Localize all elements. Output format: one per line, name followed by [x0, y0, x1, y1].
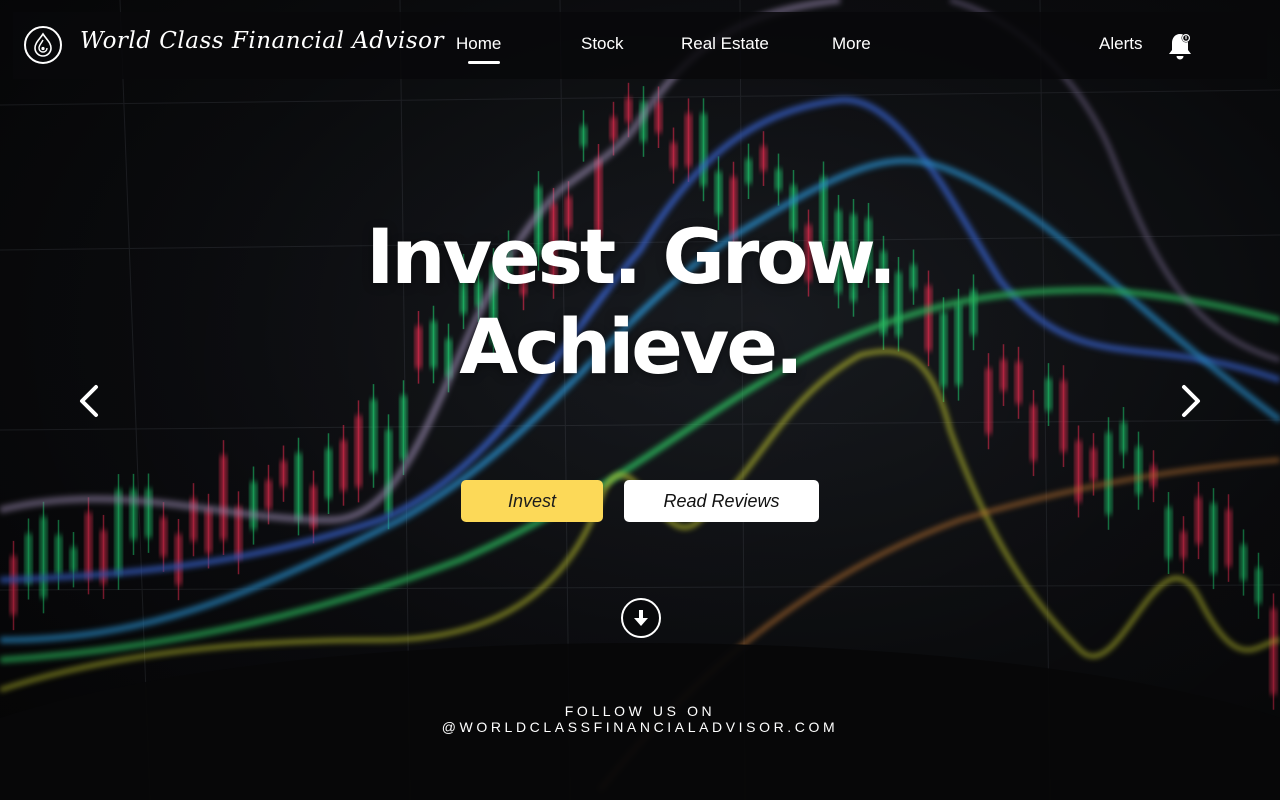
alerts-link[interactable]: Alerts	[1099, 34, 1142, 54]
follow-us-text: FOLLOW US ON @WORLDCLASSFINANCIALADVISOR…	[0, 703, 1280, 735]
hero-headline: Invest. Grow. Achieve.	[330, 212, 930, 392]
read-reviews-button[interactable]: Read Reviews	[624, 480, 819, 522]
brand-name[interactable]: World Class Financial Advisor	[80, 28, 444, 54]
droplet-logo-icon[interactable]	[24, 26, 62, 64]
nav-item-home[interactable]: Home	[456, 34, 501, 54]
nav-item-real-estate[interactable]: Real Estate	[681, 34, 769, 54]
nav-active-indicator	[468, 61, 500, 64]
chevron-right-icon[interactable]	[1172, 381, 1210, 421]
nav-item-more[interactable]: More	[832, 34, 871, 54]
bell-icon[interactable]	[1166, 31, 1194, 61]
arrow-down-circle-icon[interactable]	[621, 598, 661, 638]
headline-line-2: Achieve.	[459, 302, 804, 391]
hero-section: World Class Financial Advisor Home Stock…	[0, 0, 1280, 800]
headline-line-1: Invest. Grow.	[366, 212, 897, 301]
follow-handle-link[interactable]: @WORLDCLASSFINANCIALADVISOR.COM	[0, 719, 1280, 735]
top-navbar: World Class Financial Advisor Home Stock…	[13, 12, 1267, 79]
nav-item-stock[interactable]: Stock	[581, 34, 624, 54]
invest-button[interactable]: Invest	[461, 480, 603, 522]
follow-line-1: FOLLOW US ON	[564, 703, 716, 719]
chevron-left-icon[interactable]	[70, 381, 108, 421]
